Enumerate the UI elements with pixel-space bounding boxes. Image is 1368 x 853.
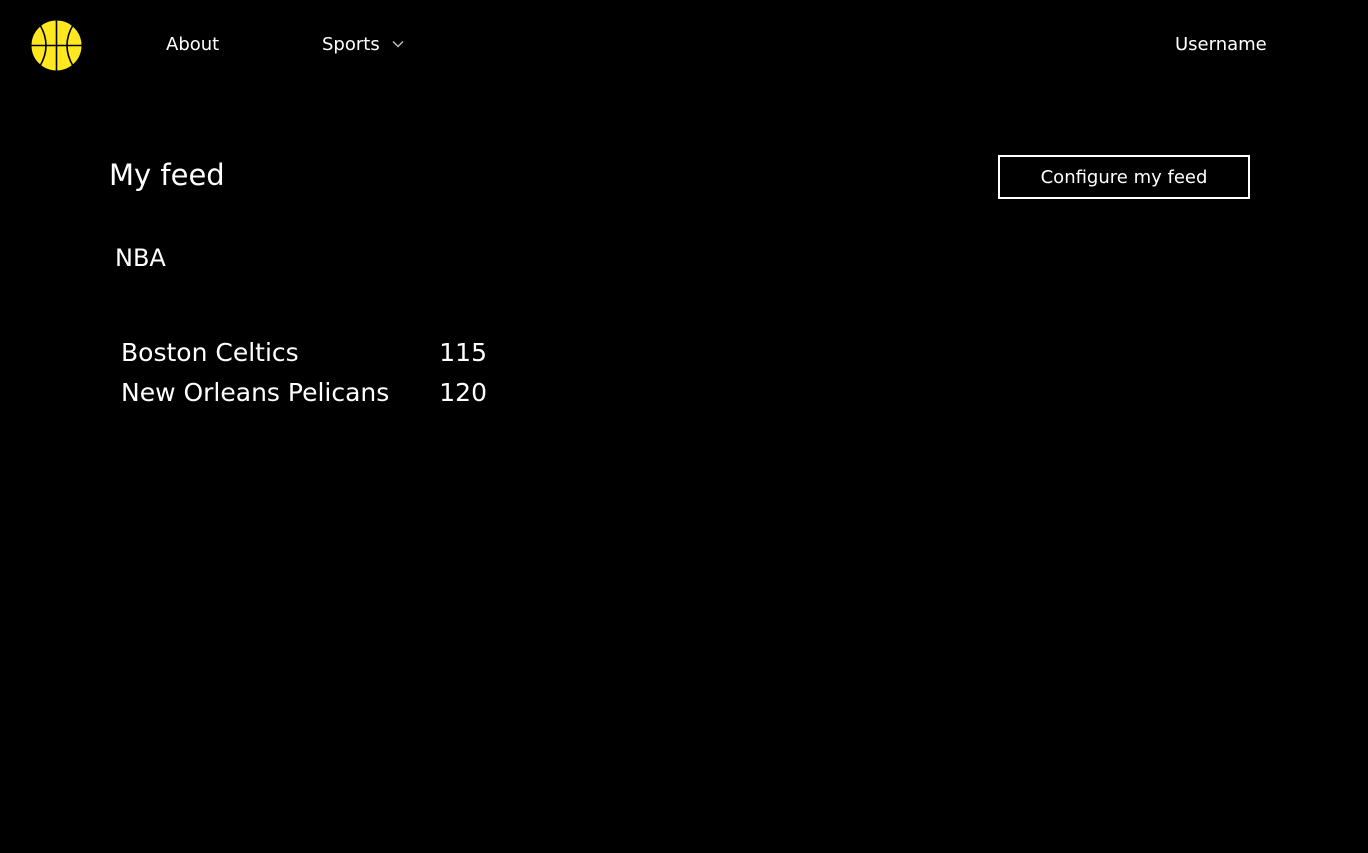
- top-navbar: About Sports Username: [0, 0, 1368, 92]
- league-heading: NBA: [115, 244, 166, 272]
- configure-feed-button[interactable]: Configure my feed: [998, 155, 1250, 199]
- nav-about-link[interactable]: About: [166, 34, 219, 55]
- team-row: New Orleans Pelicans 120: [121, 378, 521, 418]
- team-name: Boston Celtics: [121, 338, 299, 367]
- team-score: 120: [439, 378, 487, 407]
- username-menu[interactable]: Username: [1175, 34, 1267, 55]
- page-title: My feed: [109, 158, 225, 192]
- nav-sports-dropdown[interactable]: Sports: [322, 34, 404, 55]
- team-row: Boston Celtics 115: [121, 338, 521, 378]
- chevron-down-icon: [392, 40, 404, 48]
- team-name: New Orleans Pelicans: [121, 378, 390, 407]
- game-card[interactable]: Boston Celtics 115 New Orleans Pelicans …: [121, 338, 521, 418]
- team-score: 115: [439, 338, 487, 367]
- nav-sports-label: Sports: [322, 34, 380, 55]
- basketball-icon[interactable]: [30, 19, 83, 72]
